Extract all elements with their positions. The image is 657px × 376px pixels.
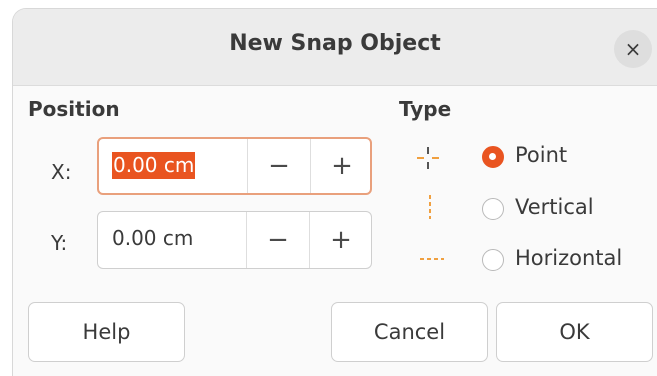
minus-icon: −: [268, 151, 290, 181]
point-label[interactable]: Point: [515, 143, 567, 167]
snap-point-icon: [417, 147, 439, 169]
point-radio[interactable]: [482, 146, 504, 168]
close-icon: ×: [624, 37, 642, 61]
y-input[interactable]: 0.00 cm: [111, 225, 194, 252]
y-label: Y:: [51, 231, 68, 255]
close-button[interactable]: ×: [614, 30, 652, 68]
plus-icon: +: [331, 151, 353, 181]
position-heading: Position: [28, 97, 120, 121]
x-input[interactable]: 0.00 cm: [112, 152, 196, 179]
x-decrement-button[interactable]: −: [248, 139, 310, 193]
vertical-label[interactable]: Vertical: [515, 195, 594, 219]
y-decrement-button[interactable]: −: [247, 212, 309, 268]
dialog-title: New Snap Object: [229, 31, 441, 56]
y-spinbox[interactable]: 0.00 cm − +: [97, 211, 372, 269]
ok-button[interactable]: OK: [496, 302, 653, 362]
title-bar: New Snap Object ×: [13, 9, 657, 86]
snap-horizontal-icon: [420, 258, 444, 260]
snap-vertical-icon: [429, 195, 431, 219]
new-snap-object-dialog: New Snap Object × Position X: 0.00 cm − …: [12, 8, 657, 376]
vertical-radio[interactable]: [482, 198, 504, 220]
plus-icon: +: [330, 225, 352, 255]
x-increment-button[interactable]: +: [311, 139, 373, 193]
cancel-button[interactable]: Cancel: [331, 302, 488, 362]
minus-icon: −: [267, 225, 289, 255]
x-label: X:: [51, 160, 72, 184]
type-heading: Type: [399, 97, 452, 121]
y-increment-button[interactable]: +: [310, 212, 372, 268]
horizontal-radio[interactable]: [482, 249, 504, 271]
help-button[interactable]: Help: [28, 302, 185, 362]
x-spinbox[interactable]: 0.00 cm − +: [97, 137, 372, 195]
horizontal-label[interactable]: Horizontal: [515, 246, 622, 270]
